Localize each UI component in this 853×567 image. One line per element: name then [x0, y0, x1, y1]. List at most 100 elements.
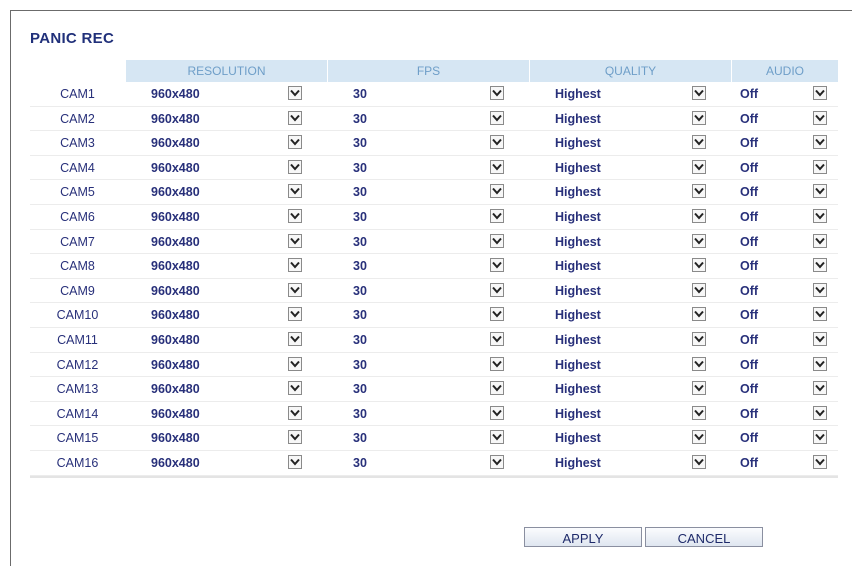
- dropdown-button[interactable]: [813, 135, 827, 150]
- resolution-select[interactable]: 960x480: [125, 377, 327, 401]
- resolution-select[interactable]: 960x480: [125, 205, 327, 229]
- dropdown-button[interactable]: [288, 430, 302, 445]
- quality-select[interactable]: Highest: [529, 451, 731, 475]
- dropdown-button[interactable]: [692, 430, 706, 445]
- quality-select[interactable]: Highest: [529, 353, 731, 377]
- fps-select[interactable]: 30: [327, 328, 529, 352]
- dropdown-button[interactable]: [692, 258, 706, 273]
- fps-select[interactable]: 30: [327, 205, 529, 229]
- dropdown-button[interactable]: [490, 381, 504, 396]
- audio-select[interactable]: Off: [731, 156, 838, 180]
- quality-select[interactable]: Highest: [529, 205, 731, 229]
- quality-select[interactable]: Highest: [529, 254, 731, 278]
- dropdown-button[interactable]: [288, 233, 302, 248]
- quality-select[interactable]: Highest: [529, 131, 731, 155]
- dropdown-button[interactable]: [813, 208, 827, 223]
- audio-select[interactable]: Off: [731, 377, 838, 401]
- dropdown-button[interactable]: [288, 405, 302, 420]
- dropdown-button[interactable]: [692, 381, 706, 396]
- dropdown-button[interactable]: [490, 208, 504, 223]
- dropdown-button[interactable]: [813, 381, 827, 396]
- dropdown-button[interactable]: [813, 430, 827, 445]
- dropdown-button[interactable]: [813, 331, 827, 346]
- audio-select[interactable]: Off: [731, 303, 838, 327]
- dropdown-button[interactable]: [288, 135, 302, 150]
- audio-select[interactable]: Off: [731, 205, 838, 229]
- dropdown-button[interactable]: [490, 405, 504, 420]
- dropdown-button[interactable]: [490, 184, 504, 199]
- dropdown-button[interactable]: [490, 331, 504, 346]
- dropdown-button[interactable]: [490, 110, 504, 125]
- dropdown-button[interactable]: [288, 258, 302, 273]
- resolution-select[interactable]: 960x480: [125, 156, 327, 180]
- resolution-select[interactable]: 960x480: [125, 254, 327, 278]
- dropdown-button[interactable]: [288, 208, 302, 223]
- resolution-select[interactable]: 960x480: [125, 131, 327, 155]
- dropdown-button[interactable]: [813, 307, 827, 322]
- dropdown-button[interactable]: [813, 159, 827, 174]
- resolution-select[interactable]: 960x480: [125, 279, 327, 303]
- dropdown-button[interactable]: [692, 135, 706, 150]
- audio-select[interactable]: Off: [731, 180, 838, 204]
- dropdown-button[interactable]: [692, 454, 706, 469]
- dropdown-button[interactable]: [490, 282, 504, 297]
- dropdown-button[interactable]: [288, 331, 302, 346]
- fps-select[interactable]: 30: [327, 230, 529, 254]
- dropdown-button[interactable]: [288, 356, 302, 371]
- dropdown-button[interactable]: [813, 454, 827, 469]
- dropdown-button[interactable]: [692, 356, 706, 371]
- dropdown-button[interactable]: [692, 233, 706, 248]
- dropdown-button[interactable]: [692, 405, 706, 420]
- fps-select[interactable]: 30: [327, 107, 529, 131]
- resolution-select[interactable]: 960x480: [125, 303, 327, 327]
- fps-select[interactable]: 30: [327, 180, 529, 204]
- dropdown-button[interactable]: [288, 159, 302, 174]
- fps-select[interactable]: 30: [327, 377, 529, 401]
- dropdown-button[interactable]: [288, 454, 302, 469]
- fps-select[interactable]: 30: [327, 402, 529, 426]
- fps-select[interactable]: 30: [327, 451, 529, 475]
- dropdown-button[interactable]: [692, 86, 706, 100]
- audio-select[interactable]: Off: [731, 230, 838, 254]
- quality-select[interactable]: Highest: [529, 156, 731, 180]
- quality-select[interactable]: Highest: [529, 180, 731, 204]
- audio-select[interactable]: Off: [731, 451, 838, 475]
- dropdown-button[interactable]: [490, 258, 504, 273]
- dropdown-button[interactable]: [692, 208, 706, 223]
- audio-select[interactable]: Off: [731, 402, 838, 426]
- quality-select[interactable]: Highest: [529, 303, 731, 327]
- dropdown-button[interactable]: [813, 405, 827, 420]
- dropdown-button[interactable]: [692, 307, 706, 322]
- dropdown-button[interactable]: [288, 381, 302, 396]
- fps-select[interactable]: 30: [327, 426, 529, 450]
- dropdown-button[interactable]: [490, 135, 504, 150]
- dropdown-button[interactable]: [692, 282, 706, 297]
- resolution-select[interactable]: 960x480: [125, 451, 327, 475]
- quality-select[interactable]: Highest: [529, 377, 731, 401]
- resolution-select[interactable]: 960x480: [125, 107, 327, 131]
- dropdown-button[interactable]: [490, 454, 504, 469]
- fps-select[interactable]: 30: [327, 131, 529, 155]
- fps-select[interactable]: 30: [327, 156, 529, 180]
- quality-select[interactable]: Highest: [529, 402, 731, 426]
- audio-select[interactable]: Off: [731, 279, 838, 303]
- dropdown-button[interactable]: [813, 282, 827, 297]
- dropdown-button[interactable]: [288, 282, 302, 297]
- dropdown-button[interactable]: [490, 233, 504, 248]
- dropdown-button[interactable]: [490, 430, 504, 445]
- resolution-select[interactable]: 960x480: [125, 353, 327, 377]
- audio-select[interactable]: Off: [731, 426, 838, 450]
- audio-select[interactable]: Off: [731, 328, 838, 352]
- quality-select[interactable]: Highest: [529, 426, 731, 450]
- dropdown-button[interactable]: [288, 307, 302, 322]
- dropdown-button[interactable]: [288, 110, 302, 125]
- resolution-select[interactable]: 960x480: [125, 328, 327, 352]
- dropdown-button[interactable]: [813, 233, 827, 248]
- resolution-select[interactable]: 960x480: [125, 426, 327, 450]
- dropdown-button[interactable]: [692, 184, 706, 199]
- dropdown-button[interactable]: [813, 184, 827, 199]
- fps-select[interactable]: 30: [327, 279, 529, 303]
- audio-select[interactable]: Off: [731, 353, 838, 377]
- quality-select[interactable]: Highest: [529, 82, 731, 106]
- dropdown-button[interactable]: [692, 159, 706, 174]
